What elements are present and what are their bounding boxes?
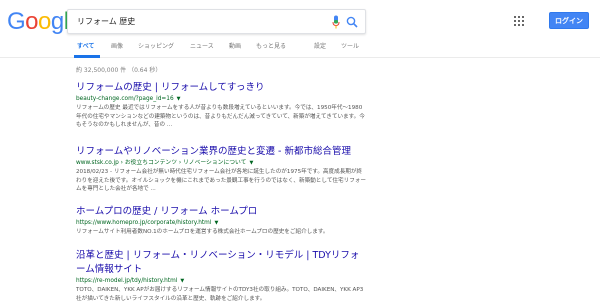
- caret-down-icon[interactable]: ▼: [214, 220, 218, 226]
- tab-news[interactable]: ニュース: [190, 42, 214, 51]
- search-box[interactable]: リフォーム 歴史: [67, 9, 366, 34]
- active-tab-indicator: [74, 55, 100, 58]
- search-tabs: すべて 画像 ショッピング ニュース 動画 もっと見る 設定 ツール: [0, 36, 600, 58]
- result-url: https://re-model.jp/tdy/history.html ▼: [76, 277, 366, 286]
- result-snippet: リフォームサイト利用者数NO.1のホームプロを運営する株式会社ホームプロの歴史を…: [76, 229, 329, 235]
- result-url-text: beauty-change.com/?page_id=16: [76, 96, 174, 102]
- caret-down-icon[interactable]: ▼: [177, 96, 181, 102]
- search-result: 沿革と歴史 | リフォーム・リノベーション・リモデル | TDYリフォーム情報サ…: [76, 249, 366, 303]
- result-url-text: www.stsk.co.jp › お役立ちコンテンツ › リノベーションについて: [76, 160, 247, 166]
- tab-more[interactable]: もっと見る: [256, 42, 286, 51]
- result-title-link[interactable]: ホームプロの歴史 / リフォーム ホームプロ: [76, 205, 366, 219]
- result-url: www.stsk.co.jp › お役立ちコンテンツ › リノベーションについて…: [76, 159, 366, 168]
- result-title-link[interactable]: 沿革と歴史 | リフォーム・リノベーション・リモデル | TDYリフォーム情報サ…: [76, 249, 366, 277]
- result-url: https://www.homepro.jp/corporate/history…: [76, 219, 366, 228]
- logo-letter: o: [25, 8, 39, 35]
- result-url-text: https://www.homepro.jp/corporate/history…: [76, 220, 212, 226]
- tab-settings[interactable]: 設定: [314, 42, 326, 51]
- result-snippet: TOTO、DAIKEN、YKK APがお届けするリフォーム情報サイトのTDY3社…: [76, 287, 364, 302]
- tab-all[interactable]: すべて: [77, 42, 94, 51]
- tab-images[interactable]: 画像: [111, 42, 123, 51]
- result-title-link[interactable]: リフォームの歴史 | リフォームしてすっきり: [76, 81, 366, 95]
- search-input[interactable]: リフォーム 歴史: [77, 15, 135, 28]
- result-url: beauty-change.com/?page_id=16 ▼: [76, 95, 366, 104]
- logo-letter: G: [7, 8, 26, 35]
- search-icon[interactable]: [346, 16, 358, 28]
- result-title-link[interactable]: リフォームやリノベーション業界の歴史と変遷 - 新都市総合管理: [76, 145, 366, 159]
- tab-tools[interactable]: ツール: [341, 42, 359, 51]
- logo-letter: g: [50, 8, 64, 35]
- apps-grid-icon[interactable]: [514, 16, 524, 26]
- result-snippet: 2018/02/23 - リフォーム会社が無い時代住宅リフォーム会社が各地に誕生…: [76, 169, 366, 192]
- result-snippet: リフォームの歴史 最近ではリフォームをする人が昔よりも数段増えているといいます。…: [76, 105, 365, 128]
- microphone-icon[interactable]: [332, 15, 340, 29]
- logo-letter: o: [38, 8, 51, 35]
- caret-down-icon[interactable]: ▼: [249, 160, 253, 166]
- result-stats: 約 32,500,000 件 （0.64 秒）: [76, 67, 162, 74]
- result-url-text: https://re-model.jp/tdy/history.html: [76, 278, 178, 284]
- tab-videos[interactable]: 動画: [229, 42, 241, 51]
- search-result: ホームプロの歴史 / リフォーム ホームプロ https://www.homep…: [76, 205, 366, 237]
- tab-shopping[interactable]: ショッピング: [138, 42, 174, 51]
- search-result: リフォームやリノベーション業界の歴史と変遷 - 新都市総合管理 www.stsk…: [76, 145, 366, 194]
- login-button[interactable]: ログイン: [549, 12, 589, 29]
- search-result: リフォームの歴史 | リフォームしてすっきり beauty-change.com…: [76, 81, 366, 130]
- caret-down-icon[interactable]: ▼: [180, 278, 184, 284]
